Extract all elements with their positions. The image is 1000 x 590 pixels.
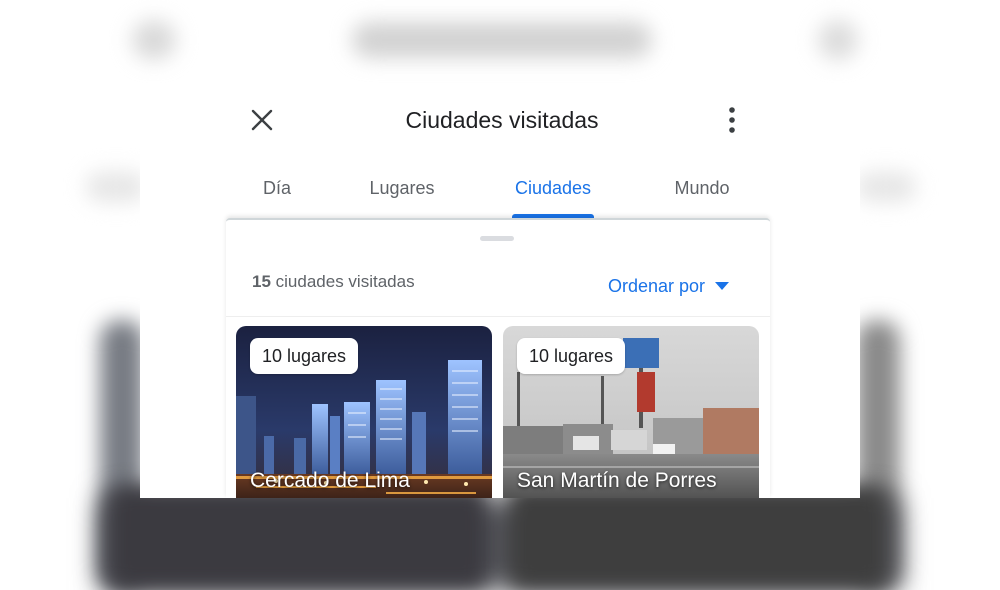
- more-vert-icon: [729, 107, 735, 133]
- tab-bar: Día Lugares Ciudades Mundo: [226, 170, 770, 218]
- blurred-tab-left: [86, 172, 146, 202]
- arrow-drop-down-icon: [715, 282, 730, 290]
- cities-count-number: 15: [252, 272, 271, 291]
- city-card[interactable]: 10 lugares Cercado de Lima: [236, 326, 492, 498]
- close-icon: [251, 109, 273, 131]
- tab-label: Mundo: [674, 178, 730, 198]
- tab-lugares[interactable]: Lugares: [362, 170, 442, 218]
- cities-count-label: ciudades visitadas: [275, 272, 415, 291]
- city-name: Cercado de Lima: [250, 469, 410, 492]
- page-title: Ciudades visitadas: [405, 107, 599, 133]
- blurred-card-bottom-left: [108, 486, 488, 590]
- app-header: Ciudades visitadas: [140, 84, 860, 156]
- tab-dia[interactable]: Día: [244, 170, 310, 218]
- city-name: San Martín de Porres: [517, 469, 717, 492]
- sort-button[interactable]: Ordenar por: [608, 272, 730, 300]
- sort-label: Ordenar por: [608, 275, 706, 296]
- close-button[interactable]: [242, 100, 282, 140]
- places-badge: 10 lugares: [517, 338, 626, 374]
- blurred-card-bottom-right: [508, 486, 888, 590]
- divider: [226, 316, 770, 317]
- tab-ciudades[interactable]: Ciudades: [512, 170, 594, 218]
- places-badge: 10 lugares: [250, 338, 359, 374]
- more-options-button[interactable]: [712, 100, 752, 140]
- tab-label: Ciudades: [514, 178, 592, 198]
- tab-label: Día: [262, 178, 291, 198]
- tab-mundo[interactable]: Mundo: [662, 170, 742, 218]
- city-card[interactable]: 10 lugares San Martín de Porres: [503, 326, 759, 498]
- bottom-sheet: 15 ciudades visitadas Ordenar por 10 lug…: [226, 218, 770, 498]
- drag-handle[interactable]: [480, 236, 514, 241]
- blurred-tab-right: [856, 172, 916, 202]
- timeline-cities-screen: Ciudades visitadas Día Lugares Ciudades …: [140, 84, 860, 498]
- cities-count: 15 ciudades visitadas: [252, 270, 415, 294]
- blurred-menu-icon: [818, 20, 858, 60]
- blurred-back-icon: [132, 20, 176, 60]
- blurred-title: [352, 22, 652, 58]
- tab-label: Lugares: [369, 178, 435, 198]
